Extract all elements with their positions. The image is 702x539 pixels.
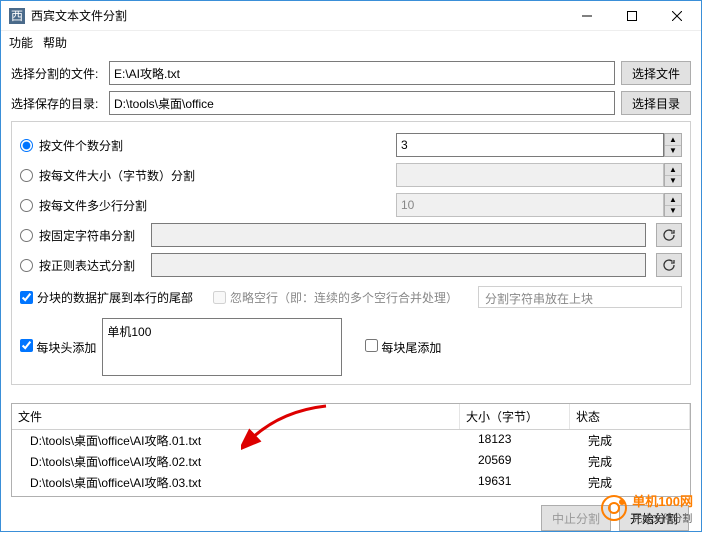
mode-by-bytes-radio[interactable]	[20, 169, 33, 182]
skip-blank-label: 忽略空行（即：连续的多个空行合并处理）	[230, 289, 458, 306]
menubar: 功能 帮助	[1, 31, 701, 53]
cell-status: 完成	[570, 451, 690, 472]
regex-refresh-button[interactable]	[656, 253, 682, 277]
app-icon: 西	[9, 8, 25, 24]
result-grid: 文件 大小（字节） 状态 D:\tools\桌面\office\AI攻略.01.…	[11, 403, 691, 497]
count-value-field[interactable]	[396, 133, 664, 157]
col-size[interactable]: 大小（字节）	[460, 404, 570, 429]
source-file-field[interactable]	[109, 61, 615, 85]
menu-function[interactable]: 功能	[9, 34, 33, 51]
mode-by-regex-radio[interactable]	[20, 259, 33, 272]
select-dir-label: 选择保存的目录:	[11, 95, 103, 112]
table-row[interactable]: D:\tools\桌面\office\AI攻略.02.txt20569完成	[12, 451, 690, 472]
chevron-up-icon: ▲	[665, 134, 681, 146]
bytes-value-field	[396, 163, 664, 187]
table-row[interactable]: D:\tools\桌面\office\AI攻略.03.txt19631完成	[12, 472, 690, 493]
fixed-string-field	[151, 223, 646, 247]
mode-by-lines-label: 按每文件多少行分割	[39, 197, 147, 214]
cell-size: 19631	[460, 472, 570, 493]
head-append-checkbox[interactable]	[20, 339, 33, 352]
head-append-label: 每块头添加	[36, 341, 96, 355]
mode-by-regex-label: 按正则表达式分割	[39, 257, 135, 274]
regex-field	[151, 253, 646, 277]
browse-dir-button[interactable]: 选择目录	[621, 91, 691, 115]
abort-button: 中止分割	[541, 505, 611, 531]
cell-status: 完成	[570, 472, 690, 493]
tail-append-label: 每块尾添加	[381, 341, 441, 355]
mode-by-count-label: 按文件个数分割	[39, 137, 123, 154]
expand-tail-checkbox[interactable]	[20, 291, 33, 304]
titlebar: 西 西宾文本文件分割	[1, 1, 701, 31]
lines-value-field	[396, 193, 664, 217]
cell-size: 20569	[460, 451, 570, 472]
chevron-down-icon: ▼	[665, 146, 681, 157]
select-file-label: 选择分割的文件:	[11, 65, 103, 82]
tail-append-checkbox[interactable]	[365, 339, 378, 352]
cell-file: D:\tools\桌面\office\AI攻略.01.txt	[12, 430, 460, 451]
window-title: 西宾文本文件分割	[31, 7, 564, 24]
cell-size: 18123	[460, 430, 570, 451]
mode-by-lines-radio[interactable]	[20, 199, 33, 212]
skip-blank-checkbox	[213, 291, 226, 304]
expand-tail-label: 分块的数据扩展到本行的尾部	[37, 289, 193, 306]
close-button[interactable]	[654, 1, 699, 30]
cell-file: D:\tools\桌面\office\AI攻略.02.txt	[12, 451, 460, 472]
col-file[interactable]: 文件	[12, 404, 460, 429]
table-row[interactable]: D:\tools\桌面\office\AI攻略.01.txt18123完成	[12, 430, 690, 451]
mode-by-count-radio[interactable]	[20, 139, 33, 152]
menu-help[interactable]: 帮助	[43, 34, 67, 51]
mode-by-bytes-label: 按每文件大小（字节数）分割	[39, 167, 195, 184]
mode-by-fixed-label: 按固定字符串分割	[39, 227, 135, 244]
cell-file: D:\tools\桌面\office\AI攻略.03.txt	[12, 472, 460, 493]
count-spinner[interactable]: ▲▼	[664, 133, 682, 157]
start-button[interactable]: 开始分割	[619, 505, 689, 531]
lines-spinner: ▲▼	[664, 193, 682, 217]
browse-file-button[interactable]: 选择文件	[621, 61, 691, 85]
mode-by-fixed-radio[interactable]	[20, 229, 33, 242]
bytes-spinner: ▲▼	[664, 163, 682, 187]
split-mode-panel: 按文件个数分割 ▲▼ 按每文件大小（字节数）分割 ▲▼ 按每文件多少行分割 ▲▼…	[11, 121, 691, 385]
head-text-field[interactable]	[102, 318, 342, 376]
fixed-refresh-button[interactable]	[656, 223, 682, 247]
dest-dir-field[interactable]	[109, 91, 615, 115]
cell-status: 完成	[570, 430, 690, 451]
minimize-button[interactable]	[564, 1, 609, 30]
sep-place-select: 分割字符串放在上块	[478, 286, 682, 308]
col-status[interactable]: 状态	[570, 404, 690, 429]
svg-text:西: 西	[11, 9, 23, 23]
maximize-button[interactable]	[609, 1, 654, 30]
